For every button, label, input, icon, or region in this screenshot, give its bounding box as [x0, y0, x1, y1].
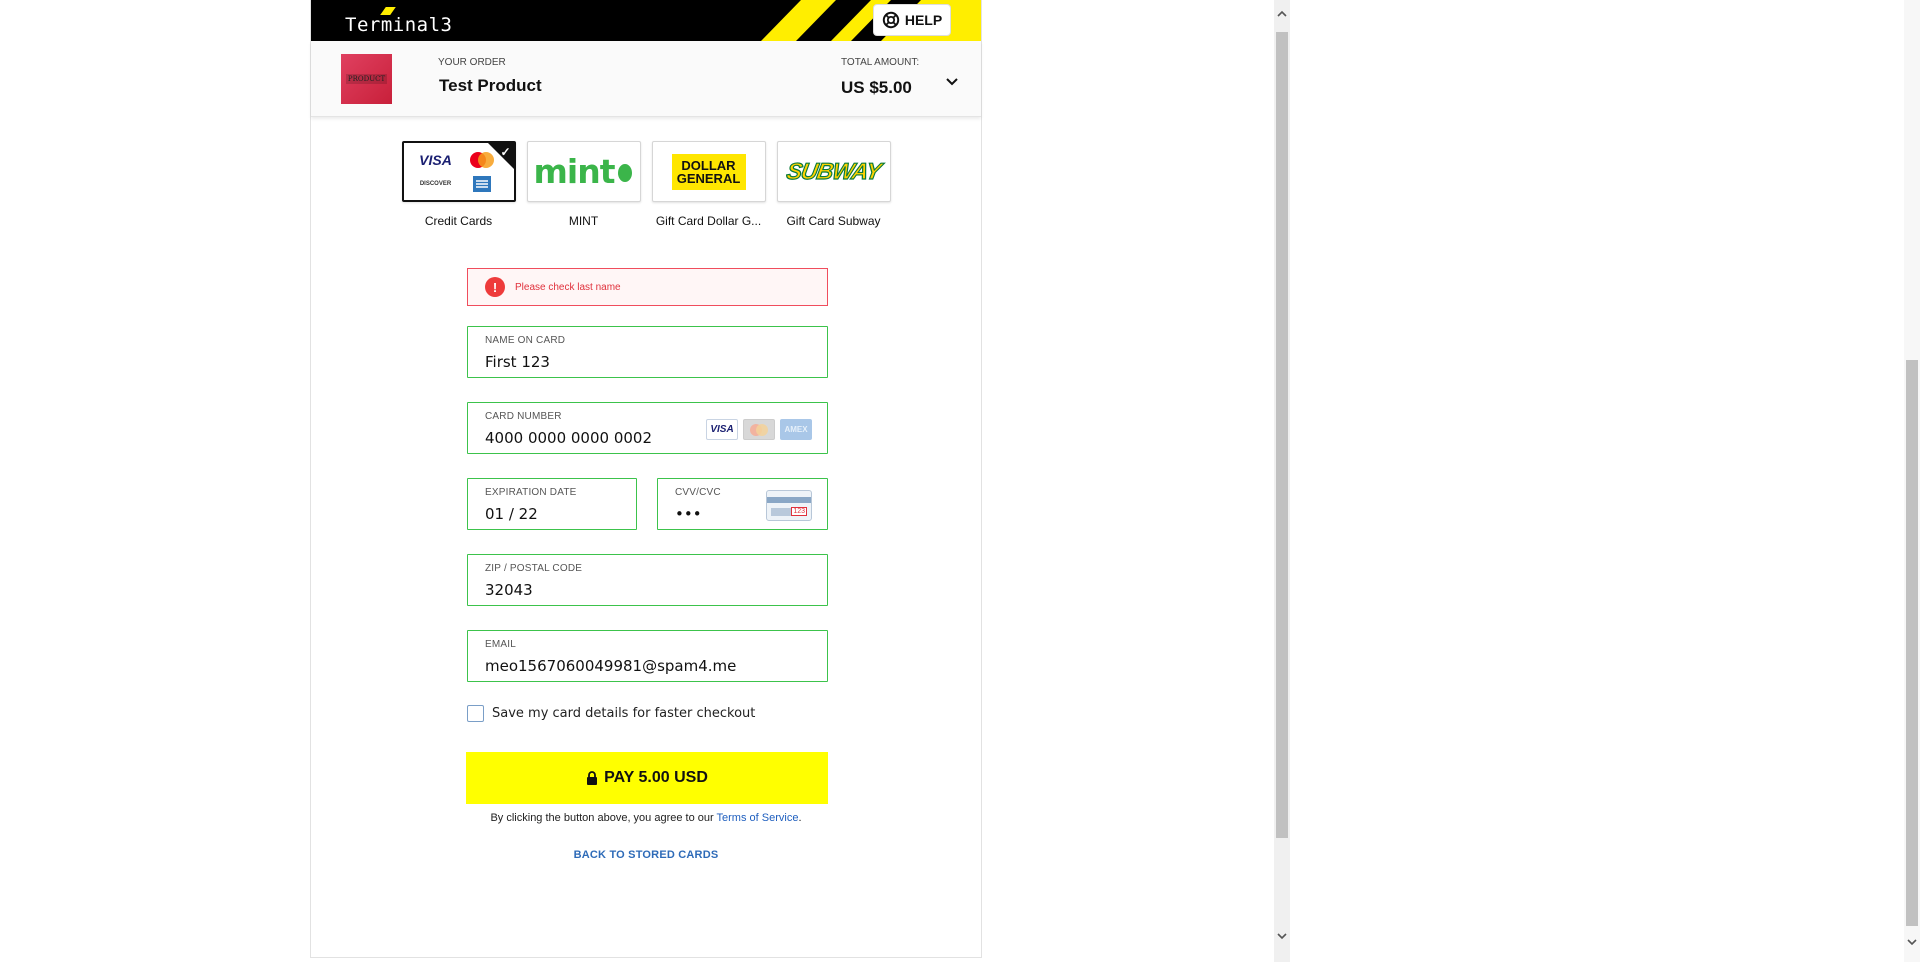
visa-icon: VISA: [706, 419, 738, 440]
page-scroll-down-arrow[interactable]: [1904, 932, 1920, 952]
discover-logo: DISCOVER: [419, 180, 452, 187]
name-on-card-label: NAME ON CARD: [485, 335, 566, 346]
frame-scroll-thumb[interactable]: [1276, 32, 1288, 838]
help-button[interactable]: HELP: [873, 4, 951, 36]
payment-method-label: Gift Card Subway: [786, 214, 881, 228]
your-order-label: YOUR ORDER: [438, 57, 506, 68]
frame-scrollbar[interactable]: [1274, 0, 1290, 962]
expiration-date-value: 01 / 22: [485, 505, 538, 523]
card-number-label: CARD NUMBER: [485, 411, 562, 422]
page: Terminal3 HELP PRODUCT YOUR ORDER Test P…: [0, 0, 1920, 962]
page-scroll-thumb[interactable]: [1906, 360, 1918, 926]
error-alert: ! Please check last name: [467, 268, 828, 306]
dollar-general-logo-line2: GENERAL: [676, 170, 741, 186]
save-card-option[interactable]: Save my card details for faster checkout: [467, 705, 755, 722]
top-bar: Terminal3 HELP: [311, 0, 981, 41]
cvv-field[interactable]: CVV/CVC ••• 123: [657, 478, 828, 530]
expiration-date-field[interactable]: EXPIRATION DATE 01 / 22: [467, 478, 637, 530]
payment-method-label: MINT: [568, 214, 599, 228]
cvv-card-icon: 123: [766, 490, 812, 521]
terms-suffix: .: [798, 812, 802, 824]
payment-method-mint[interactable]: mint MINT: [526, 141, 641, 228]
pay-button-label: PAY 5.00 USD: [604, 769, 708, 786]
lifebuoy-icon: [882, 11, 900, 29]
chevron-down-icon: [1907, 939, 1917, 946]
payment-methods: VISA DISCOVER ✓ Credit Cards mint MINT D…: [401, 141, 891, 228]
terms-prefix: By clicking the button above, you agree …: [490, 812, 717, 824]
product-thumbnail: PRODUCT: [341, 54, 392, 104]
chevron-up-icon: [1277, 10, 1287, 17]
payment-method-credit-cards[interactable]: VISA DISCOVER ✓ Credit Cards: [401, 141, 516, 228]
mastercard-icon: [743, 419, 775, 440]
email-label: EMAIL: [485, 639, 517, 650]
mint-tile[interactable]: mint: [526, 141, 641, 202]
credit-cards-tile[interactable]: VISA DISCOVER ✓: [401, 141, 516, 202]
card-number-value: 4000 0000 0000 0002: [485, 429, 652, 447]
leaf-icon: [618, 163, 633, 182]
chevron-down-icon: [1277, 933, 1287, 940]
zip-code-field[interactable]: ZIP / POSTAL CODE 32043: [467, 554, 828, 606]
pay-button[interactable]: PAY 5.00 USD: [466, 752, 828, 804]
payment-method-label: Gift Card Dollar G...: [655, 214, 762, 228]
zip-code-value: 32043: [485, 581, 533, 599]
amex-logo: [459, 172, 505, 196]
dollar-general-logo-line1: DOLLAR: [681, 157, 736, 173]
cvv-value: •••: [675, 505, 702, 523]
brand-logo: Terminal3: [345, 14, 453, 36]
help-label: HELP: [904, 12, 943, 28]
name-on-card-value: First 123: [485, 353, 550, 371]
scroll-down-arrow[interactable]: [1274, 926, 1290, 946]
back-to-stored-cards-link[interactable]: BACK TO STORED CARDS: [311, 849, 981, 861]
card-number-field[interactable]: CARD NUMBER 4000 0000 0000 0002 VISA AME…: [467, 402, 828, 454]
dollar-general-logo: DOLLAR GENERAL: [671, 153, 746, 190]
scroll-up-arrow[interactable]: [1274, 4, 1290, 24]
save-card-checkbox[interactable]: [467, 705, 484, 722]
expiration-date-label: EXPIRATION DATE: [485, 487, 577, 498]
terms-of-service-link[interactable]: Terms of Service: [717, 812, 799, 824]
cvv-hint: 123: [791, 507, 807, 516]
subway-logo: SUBWAY: [784, 157, 883, 184]
checkout-panel: Terminal3 HELP PRODUCT YOUR ORDER Test P…: [310, 0, 982, 958]
save-card-label: Save my card details for faster checkout: [492, 706, 756, 721]
payment-method-subway[interactable]: SUBWAY Gift Card Subway: [776, 141, 891, 228]
product-thumbnail-text: PRODUCT: [345, 74, 388, 84]
email-field[interactable]: EMAIL meo1567060049981@spam4.me: [467, 630, 828, 682]
cvv-card-stripe: [767, 497, 811, 503]
email-value: meo1567060049981@spam4.me: [485, 657, 737, 675]
error-message: Please check last name: [515, 281, 621, 293]
terms-notice: By clicking the button above, you agree …: [311, 812, 981, 824]
order-summary: PRODUCT YOUR ORDER Test Product TOTAL AM…: [311, 41, 981, 117]
total-amount-label: TOTAL AMOUNT:: [841, 57, 920, 68]
accepted-card-brands: VISA AMEX: [706, 419, 812, 440]
dollar-general-tile[interactable]: DOLLAR GENERAL: [651, 141, 766, 202]
visa-logo: VISA: [419, 151, 452, 168]
lock-icon: [587, 771, 598, 785]
mint-logo: mint: [534, 152, 634, 191]
total-amount: US $5.00: [841, 78, 912, 97]
amex-icon: AMEX: [780, 419, 812, 440]
payment-method-label: Credit Cards: [424, 214, 493, 228]
subway-tile[interactable]: SUBWAY: [776, 141, 891, 202]
payment-method-dollar-general[interactable]: DOLLAR GENERAL Gift Card Dollar G...: [651, 141, 766, 228]
checkmark-icon: ✓: [500, 145, 511, 159]
mint-logo-text: mint: [533, 152, 616, 191]
zip-code-label: ZIP / POSTAL CODE: [485, 563, 583, 574]
product-name: Test Product: [439, 76, 542, 95]
page-scrollbar[interactable]: [1904, 0, 1920, 962]
cvv-label: CVV/CVC: [675, 487, 721, 498]
chevron-down-icon[interactable]: [943, 73, 961, 91]
name-on-card-field[interactable]: NAME ON CARD First 123: [467, 326, 828, 378]
alert-icon: !: [485, 277, 505, 297]
